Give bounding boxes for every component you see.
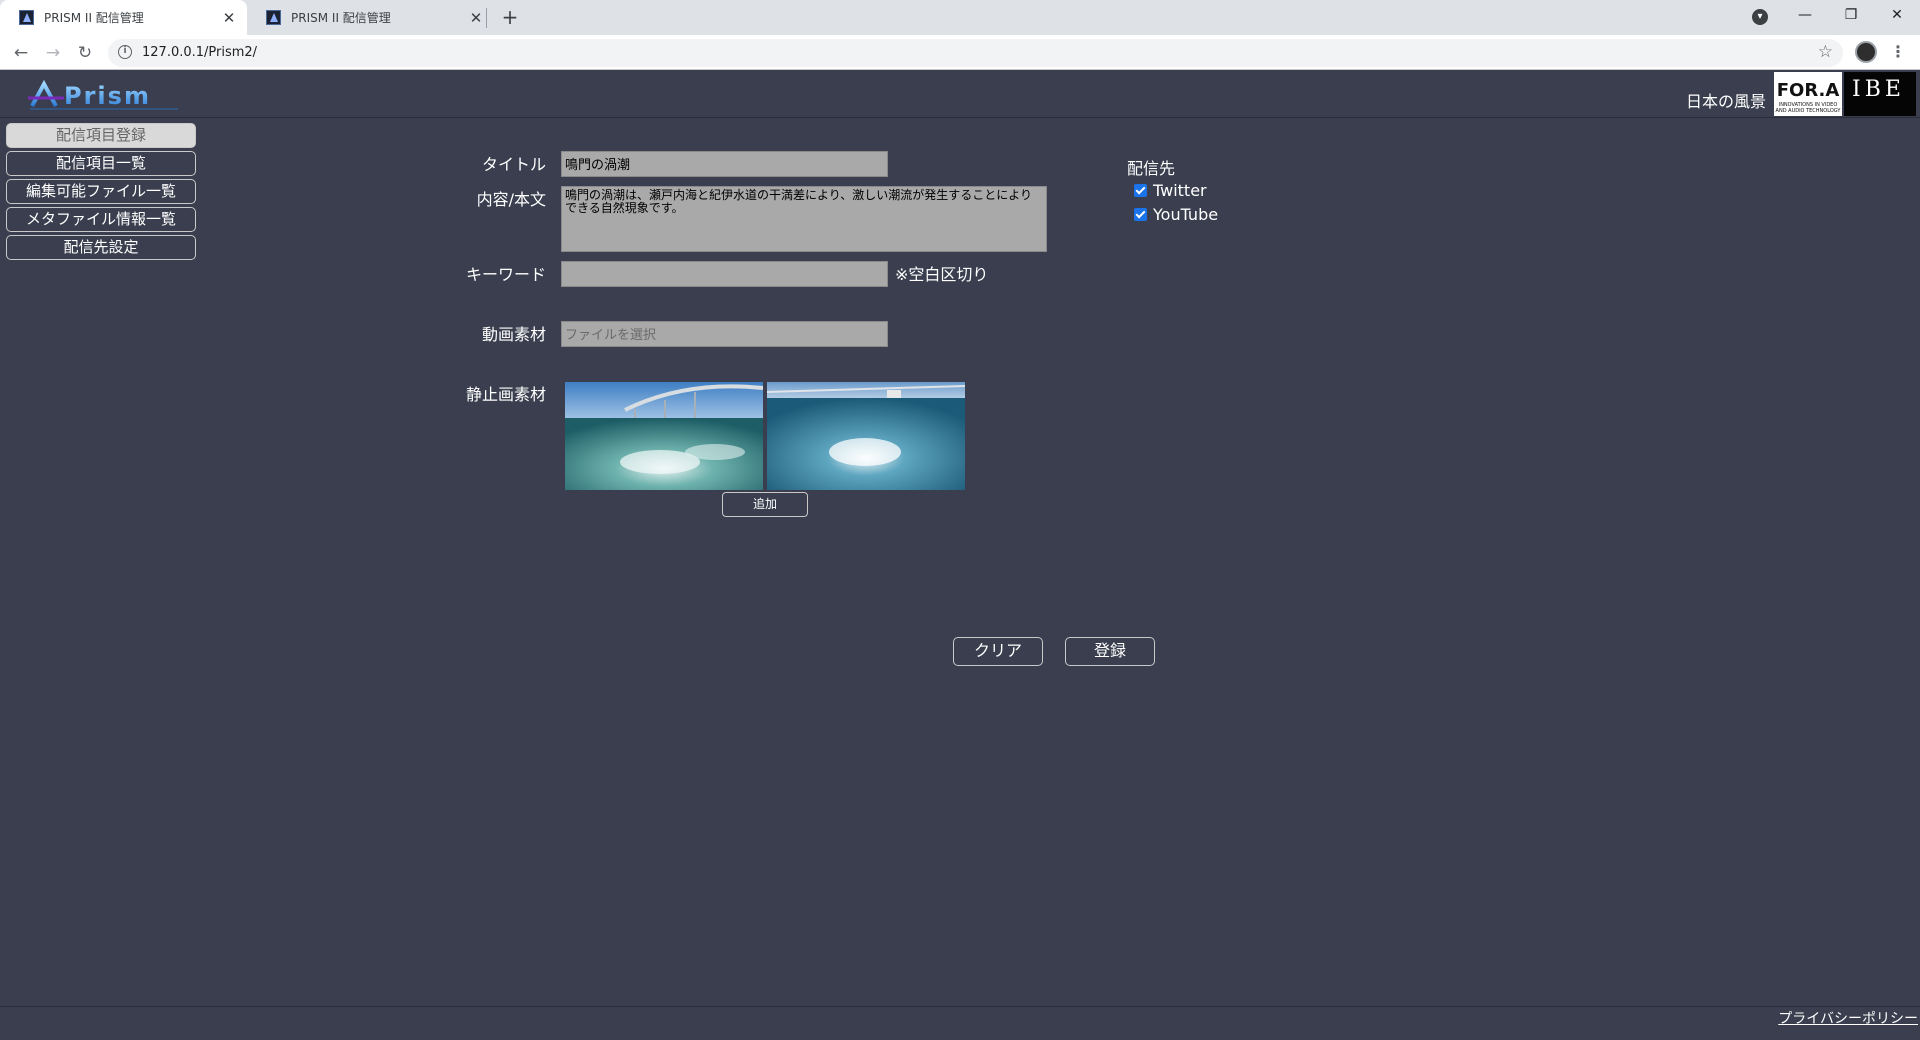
video-file-input[interactable]: ファイルを選択 (561, 321, 888, 347)
restore-icon[interactable]: ❐ (1828, 0, 1874, 32)
keyword-label: キーワード (465, 265, 546, 284)
ibe-logo: IBE (1844, 72, 1916, 116)
clear-button[interactable]: クリア (953, 637, 1043, 666)
fora-logo: FOR.A INNOVATIONS IN VIDEO AND AUDIO TEC… (1774, 72, 1842, 116)
twitter-label: Twitter (1153, 181, 1207, 200)
video-label: 動画素材 (481, 325, 546, 344)
reload-icon[interactable]: ↻ (73, 41, 97, 65)
browser-tab-strip: PRISM II 配信管理 ✕ PRISM II 配信管理 ✕ + ▾ — ❐ … (0, 0, 1920, 35)
scene-label: 日本の風景 (1686, 92, 1767, 111)
footer-divider (0, 1006, 1920, 1007)
title-label: タイトル (481, 155, 546, 174)
tab-separator (486, 8, 487, 28)
svg-text:Prism: Prism (64, 82, 151, 110)
url-text[interactable]: 127.0.0.1/Prism2/ (142, 45, 257, 60)
close-icon[interactable]: ✕ (221, 10, 237, 26)
twitter-checkbox[interactable] (1134, 184, 1147, 197)
keyword-hint: ※空白区切り (895, 265, 989, 284)
back-arrow-icon[interactable]: ← (9, 41, 33, 65)
app-header: Prism 日本の風景 FOR.A INNOVATIONS IN VIDEO A… (0, 70, 1920, 118)
whirlpool-image-1[interactable] (565, 382, 763, 490)
browser-menu-icon[interactable]: ⋮ (1890, 41, 1906, 65)
browser-tab-1[interactable]: PRISM II 配信管理 ✕ (0, 0, 247, 35)
new-tab-plus-icon[interactable]: + (498, 6, 522, 30)
privacy-policy-link[interactable]: プライバシーポリシー (1778, 1008, 1918, 1028)
content-textarea[interactable]: 鳴門の渦潮は、瀬戸内海と紀伊水道の干満差により、激しい潮流が発生することによりで… (561, 186, 1047, 252)
browser-toolbar: ← → ↻ i 127.0.0.1/Prism2/ ☆ ⋮ (0, 35, 1920, 70)
close-icon[interactable]: ✕ (468, 10, 484, 26)
browser-tab-2[interactable]: PRISM II 配信管理 ✕ (247, 0, 494, 35)
title-input[interactable]: 鳴門の渦潮 (561, 151, 888, 177)
ibe-logo-text: IBE (1852, 77, 1905, 102)
youtube-checkbox[interactable] (1134, 208, 1147, 221)
destination-youtube[interactable]: YouTube (1134, 205, 1218, 224)
prism-favicon-icon (19, 10, 34, 25)
add-image-button[interactable]: 追加 (722, 492, 808, 517)
content-label: 内容/本文 (476, 190, 546, 209)
fora-logo-tagline: INNOVATIONS IN VIDEO AND AUDIO TECHNOLOG… (1775, 102, 1841, 114)
destination-twitter[interactable]: Twitter (1134, 181, 1207, 200)
prism-favicon-icon (266, 10, 281, 25)
sidebar-item-list[interactable]: 配信項目一覧 (6, 151, 196, 176)
destination-title: 配信先 (1127, 159, 1176, 178)
aprism-logo: Prism (28, 79, 178, 110)
youtube-label: YouTube (1153, 205, 1219, 224)
tab-title: PRISM II 配信管理 (44, 11, 144, 25)
tab-title: PRISM II 配信管理 (291, 11, 391, 25)
keyword-input[interactable] (561, 261, 888, 287)
image-label: 静止画素材 (465, 385, 546, 404)
bookmark-star-icon[interactable]: ☆ (1818, 42, 1833, 62)
sidebar-item-editable-files[interactable]: 編集可能ファイル一覧 (6, 179, 196, 204)
sidebar-nav: 配信項目登録 配信項目一覧 編集可能ファイル一覧 メタファイル情報一覧 配信先設… (6, 123, 196, 263)
window-close-icon[interactable]: ✕ (1874, 0, 1920, 32)
minimize-icon[interactable]: — (1782, 0, 1828, 32)
info-icon[interactable]: i (118, 45, 132, 59)
whirlpool-image-2[interactable] (767, 382, 965, 490)
sidebar-item-register[interactable]: 配信項目登録 (6, 123, 196, 148)
forward-arrow-icon[interactable]: → (41, 41, 65, 65)
tab-search-icon[interactable]: ▾ (1752, 9, 1768, 25)
sidebar-item-destination-settings[interactable]: 配信先設定 (6, 235, 196, 260)
submit-button[interactable]: 登録 (1065, 637, 1155, 666)
profile-avatar[interactable] (1855, 41, 1877, 63)
address-bar[interactable]: i 127.0.0.1/Prism2/ ☆ (108, 39, 1843, 67)
sidebar-item-metafile-info[interactable]: メタファイル情報一覧 (6, 207, 196, 232)
fora-logo-text: FOR.A (1776, 80, 1840, 101)
